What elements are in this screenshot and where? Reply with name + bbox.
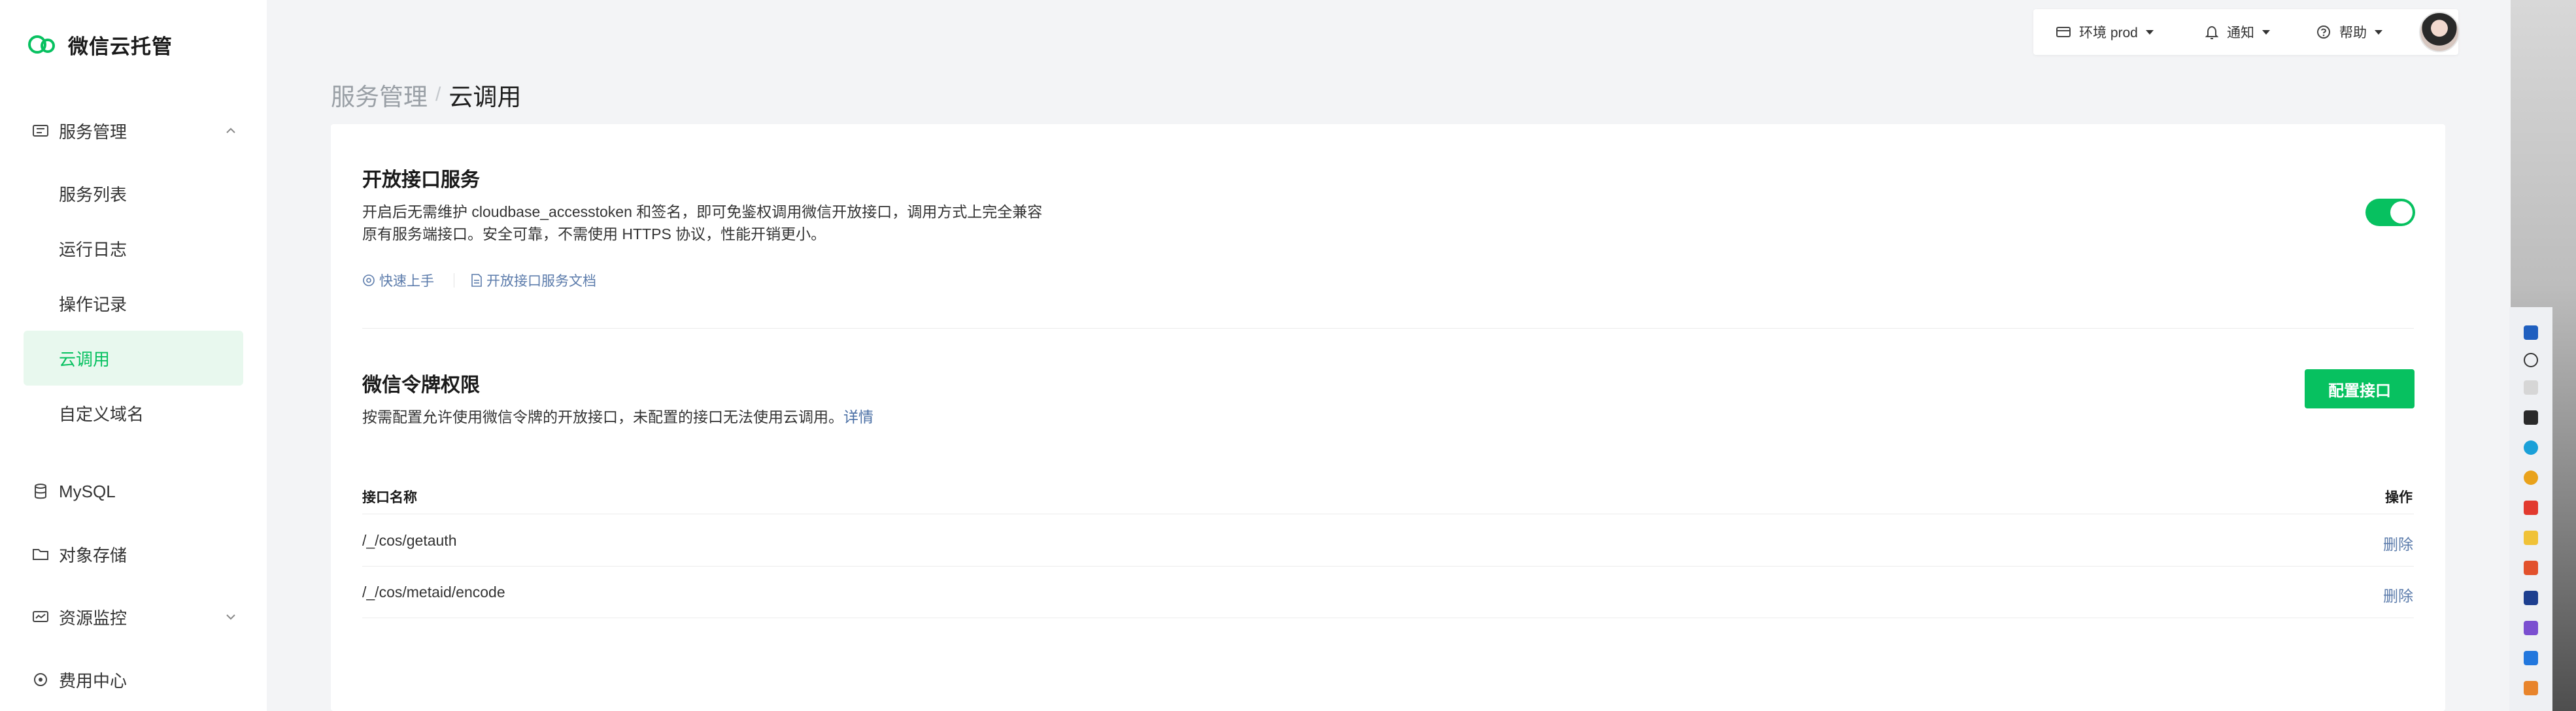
nav-group-billing[interactable]: 费用中心	[0, 652, 267, 707]
toggle-knob	[2390, 201, 2413, 223]
vscode-icon[interactable]	[2524, 651, 2538, 665]
caret-down-icon	[2145, 29, 2154, 35]
nav-group-mysql[interactable]: MySQL	[0, 464, 267, 519]
breadcrumb-parent[interactable]: 服务管理	[331, 77, 428, 112]
sidebar-item-cloud-call[interactable]: 云调用	[24, 331, 243, 386]
table-row-name: /_/cos/metaid/encode	[362, 584, 505, 601]
sublime-icon[interactable]	[2524, 681, 2538, 695]
nav-group-label: 资源监控	[59, 608, 127, 628]
open-api-desc-line1: 开启后无需维护 cloudbase_accesstoken 和签名，即可免鉴权调…	[362, 203, 1043, 220]
windows-start-icon[interactable]	[2524, 325, 2538, 340]
env-label: 环境 prod	[2079, 25, 2138, 41]
page-title: 云调用	[449, 84, 522, 110]
help-label: 帮助	[2339, 25, 2367, 41]
sidebar-item-operation-records[interactable]: 操作记录	[24, 276, 243, 331]
table-header-action: 操作	[2385, 490, 2413, 505]
chevron-up-icon	[226, 127, 235, 133]
ide-icon[interactable]	[2524, 591, 2538, 605]
app-logo[interactable]: 微信云托管	[26, 29, 173, 60]
edge-icon[interactable]	[2524, 440, 2538, 455]
app-title: 微信云托管	[68, 35, 173, 58]
notify-label: 通知	[2227, 25, 2254, 41]
sidebar-item-custom-domain[interactable]: 自定义域名	[24, 386, 243, 440]
cloud-logo-icon	[28, 35, 55, 54]
env-icon	[2056, 27, 2071, 37]
top-toolbar: 环境 prod 通知 帮助	[2033, 9, 2458, 55]
nav-group-label: MySQL	[59, 481, 116, 501]
quick-start-link[interactable]: 快速上手	[362, 271, 434, 290]
nav-group-label: 服务管理	[59, 122, 127, 142]
store-icon[interactable]	[2524, 410, 2538, 425]
caret-down-icon	[2375, 29, 2382, 35]
delete-link[interactable]: 删除	[2383, 584, 2413, 606]
nav-group-object-storage[interactable]: 对象存储	[0, 527, 267, 582]
open-api-title: 开放接口服务	[362, 169, 480, 191]
service-icon	[31, 122, 50, 140]
database-icon	[31, 482, 50, 501]
detail-link[interactable]: 详情	[843, 408, 873, 425]
breadcrumb-separator: /	[435, 84, 441, 105]
sidebar-item-service-list[interactable]: 服务列表	[24, 166, 243, 221]
token-perm-title: 微信令牌权限	[362, 374, 480, 396]
help-menu[interactable]: 帮助	[2316, 9, 2382, 55]
section-divider	[362, 328, 2414, 329]
chevron-down-icon	[226, 614, 235, 620]
env-selector[interactable]: 环境 prod	[2056, 9, 2154, 55]
breadcrumb: 服务管理 / 云调用	[331, 77, 521, 112]
nav-group-monitor[interactable]: 资源监控	[0, 589, 267, 644]
nav-group-service[interactable]: 服务管理	[0, 103, 267, 158]
delete-link[interactable]: 删除	[2383, 532, 2413, 554]
chrome-icon[interactable]	[2524, 471, 2538, 485]
search-icon[interactable]	[2524, 353, 2538, 367]
sidebar-item-run-logs[interactable]: 运行日志	[24, 221, 243, 276]
nav-group-label: 对象存储	[59, 545, 127, 565]
file-explorer-icon[interactable]	[2524, 531, 2538, 545]
sidebar: 微信云托管 服务管理 服务列表 运行日志 操作记录 云调用 自定义域名 MySQ…	[0, 0, 267, 711]
config-api-button[interactable]: 配置接口	[2305, 369, 2415, 408]
help-icon	[2317, 25, 2330, 39]
open-api-desc-line2: 原有服务端接口。安全可靠，不需使用 HTTPS 协议，性能开销更小。	[362, 225, 826, 242]
os-taskbar	[2509, 307, 2552, 711]
billing-icon	[31, 670, 50, 689]
table-row-name: /_/cos/getauth	[362, 532, 457, 549]
folder-icon	[31, 545, 50, 563]
caret-down-icon	[2262, 29, 2270, 35]
token-perm-desc: 按需配置允许使用微信令牌的开放接口，未配置的接口无法使用云调用。详情	[362, 408, 873, 425]
wps-icon[interactable]	[2524, 501, 2538, 515]
document-icon	[471, 274, 482, 287]
task-view-icon[interactable]	[2524, 380, 2538, 395]
docs-link[interactable]: 开放接口服务文档	[471, 271, 596, 290]
monitor-icon	[31, 608, 50, 626]
open-api-toggle[interactable]	[2365, 199, 2415, 226]
app-icon[interactable]	[2524, 561, 2538, 575]
table-row-divider	[362, 566, 2414, 567]
table-header-name: 接口名称	[362, 490, 417, 505]
quick-start-icon	[363, 274, 375, 286]
app-icon[interactable]	[2524, 621, 2538, 635]
nav-group-label: 费用中心	[59, 670, 127, 691]
bell-icon	[2205, 25, 2219, 39]
notifications-menu[interactable]: 通知	[2205, 9, 2270, 55]
user-avatar[interactable]	[2419, 12, 2460, 52]
